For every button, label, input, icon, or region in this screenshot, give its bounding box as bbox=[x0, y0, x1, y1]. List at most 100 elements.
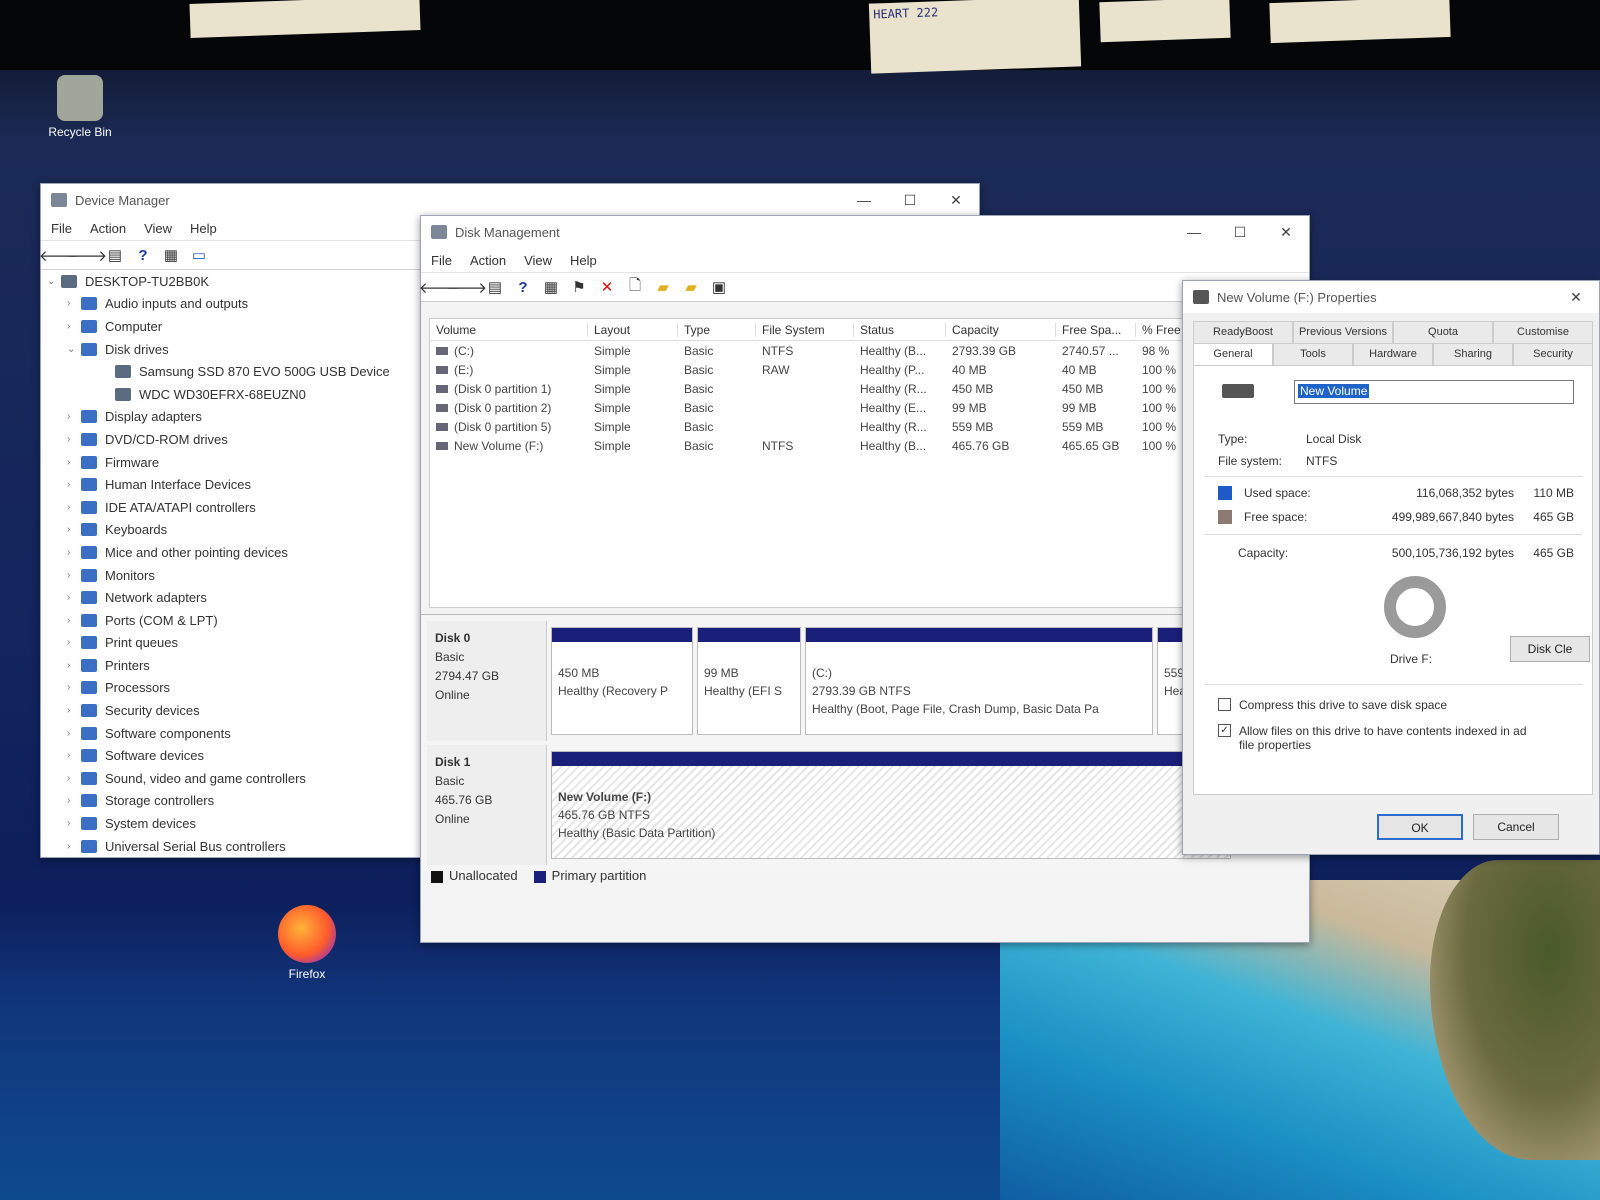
chevron-right-icon[interactable]: › bbox=[67, 682, 81, 693]
chevron-right-icon[interactable]: › bbox=[67, 728, 81, 739]
tree-item[interactable]: › Monitors bbox=[41, 564, 426, 587]
table-row[interactable]: (C:) Simple Basic NTFS Healthy (B... 2793.39 … bbox=[430, 341, 1210, 360]
close-button[interactable]: ✕ bbox=[1263, 224, 1309, 241]
column-header[interactable]: Volume bbox=[430, 322, 588, 337]
index-checkbox[interactable]: ✓ bbox=[1218, 724, 1231, 737]
chevron-right-icon[interactable]: › bbox=[67, 637, 81, 648]
document-icon[interactable]: 🗋 bbox=[625, 277, 645, 296]
minimize-button[interactable]: — bbox=[841, 192, 887, 208]
help-icon[interactable]: ? bbox=[133, 246, 153, 264]
partition-block[interactable]: New Volume (F:) 465.76 GB NTFS Healthy (Ba… bbox=[551, 751, 1231, 859]
tab-tools[interactable]: Tools bbox=[1273, 343, 1353, 365]
tab-previous-versions[interactable]: Previous Versions bbox=[1293, 321, 1393, 343]
table-row[interactable]: (Disk 0 partition 2) Simple Basic Healthy (… bbox=[430, 398, 1210, 417]
volume-name-input[interactable]: New Volume bbox=[1294, 380, 1574, 404]
close-button[interactable]: ✕ bbox=[933, 192, 979, 209]
forward-arrow-icon[interactable]: 🡒 bbox=[67, 246, 107, 265]
compress-option[interactable]: Compress this drive to save disk space bbox=[1218, 698, 1588, 712]
menu-view[interactable]: View bbox=[524, 253, 552, 268]
tab-security[interactable]: Security bbox=[1513, 343, 1593, 365]
chevron-right-icon[interactable]: › bbox=[67, 547, 81, 558]
tree-item[interactable]: › Storage controllers bbox=[41, 790, 426, 813]
close-button[interactable]: ✕ bbox=[1553, 289, 1599, 306]
cancel-button[interactable]: Cancel bbox=[1473, 814, 1559, 840]
tree-item[interactable]: › Mice and other pointing devices bbox=[41, 541, 426, 564]
tree-item[interactable]: › Printers bbox=[41, 654, 426, 677]
desktop-icon-firefox[interactable]: Firefox bbox=[262, 905, 352, 981]
list-icon[interactable]: ▦ bbox=[541, 278, 561, 296]
index-option[interactable]: ✓ Allow files on this drive to have conte… bbox=[1218, 724, 1588, 752]
tree-item[interactable]: › Processors bbox=[41, 677, 426, 700]
table-row[interactable]: New Volume (F:) Simple Basic NTFS Healthy (B… bbox=[430, 436, 1210, 455]
table-row[interactable]: (Disk 0 partition 1) Simple Basic Healthy (… bbox=[430, 379, 1210, 398]
menu-file[interactable]: File bbox=[431, 253, 452, 268]
chevron-right-icon[interactable]: › bbox=[67, 615, 81, 626]
menu-action[interactable]: Action bbox=[90, 221, 126, 236]
chevron-right-icon[interactable]: › bbox=[67, 795, 81, 806]
chevron-right-icon[interactable]: › bbox=[67, 705, 81, 716]
tree-item[interactable]: › Print queues bbox=[41, 632, 426, 655]
column-header[interactable]: Free Spa... bbox=[1056, 322, 1136, 337]
column-header[interactable]: Type bbox=[678, 322, 756, 337]
tree-item[interactable]: ⌄ Disk drives bbox=[41, 338, 426, 361]
tree-item[interactable]: › Network adapters bbox=[41, 586, 426, 609]
tree-item[interactable]: Samsung SSD 870 EVO 500G USB Device bbox=[41, 360, 426, 383]
tree-item[interactable]: › Display adapters bbox=[41, 406, 426, 429]
tree-item[interactable]: › Firmware bbox=[41, 451, 426, 474]
disk-info[interactable]: Disk 1 Basic 465.76 GB Online bbox=[427, 745, 547, 865]
tab-general[interactable]: General bbox=[1193, 343, 1273, 365]
tree-item[interactable]: › Software devices bbox=[41, 744, 426, 767]
tree-item[interactable]: › System devices bbox=[41, 812, 426, 835]
tab-sharing[interactable]: Sharing bbox=[1433, 343, 1513, 365]
chevron-right-icon[interactable]: › bbox=[67, 818, 81, 829]
chevron-right-icon[interactable]: › bbox=[67, 773, 81, 784]
properties-icon[interactable]: ▤ bbox=[485, 278, 505, 296]
tree-root[interactable]: ⌄ DESKTOP-TU2BB0K bbox=[41, 270, 426, 293]
menu-file[interactable]: File bbox=[51, 221, 72, 236]
disk-cleanup-button[interactable]: Disk Cle bbox=[1510, 636, 1590, 662]
column-header[interactable]: Capacity bbox=[946, 322, 1056, 337]
chevron-right-icon[interactable]: › bbox=[67, 457, 81, 468]
tree-item[interactable]: › Software components bbox=[41, 722, 426, 745]
tree-item[interactable]: › Ports (COM & LPT) bbox=[41, 609, 426, 632]
tree-item[interactable]: › Keyboards bbox=[41, 519, 426, 542]
column-header[interactable]: File System bbox=[756, 322, 854, 337]
chevron-right-icon[interactable]: › bbox=[67, 502, 81, 513]
chevron-right-icon[interactable]: › bbox=[67, 660, 81, 671]
tree-item[interactable]: › Audio inputs and outputs bbox=[41, 293, 426, 316]
list-icon[interactable]: ▦ bbox=[161, 246, 181, 264]
ok-button[interactable]: OK bbox=[1377, 814, 1463, 840]
chevron-right-icon[interactable]: › bbox=[67, 434, 81, 445]
forward-arrow-icon[interactable]: 🡒 bbox=[447, 278, 487, 297]
partition-block[interactable]: 450 MB Healthy (Recovery P bbox=[551, 627, 693, 735]
chevron-right-icon[interactable]: › bbox=[67, 570, 81, 581]
chevron-right-icon[interactable]: › bbox=[67, 841, 81, 852]
chevron-down-icon[interactable]: ⌄ bbox=[67, 344, 81, 355]
minimize-button[interactable]: — bbox=[1171, 224, 1217, 240]
chevron-right-icon[interactable]: › bbox=[67, 524, 81, 535]
maximize-button[interactable]: ☐ bbox=[887, 192, 933, 209]
tab-hardware[interactable]: Hardware bbox=[1353, 343, 1433, 365]
compress-checkbox[interactable] bbox=[1218, 698, 1231, 711]
disk-info[interactable]: Disk 0 Basic 2794.47 GB Online bbox=[427, 621, 547, 741]
chevron-right-icon[interactable]: › bbox=[67, 321, 81, 332]
maximize-button[interactable]: ☐ bbox=[1217, 224, 1263, 241]
tree-item[interactable]: › Human Interface Devices bbox=[41, 473, 426, 496]
tree-item[interactable]: › IDE ATA/ATAPI controllers bbox=[41, 496, 426, 519]
desktop-icon-recycle-bin[interactable]: Recycle Bin bbox=[35, 75, 125, 139]
folder-search-icon[interactable]: ▰ bbox=[681, 278, 701, 296]
tree-item[interactable]: › Security devices bbox=[41, 699, 426, 722]
tree-item[interactable]: WDC WD30EFRX-68EUZN0 bbox=[41, 383, 426, 406]
partition-block[interactable]: (C:) 2793.39 GB NTFS Healthy (Boot, Page F… bbox=[805, 627, 1153, 735]
chevron-right-icon[interactable]: › bbox=[67, 750, 81, 761]
chevron-right-icon[interactable]: › bbox=[67, 592, 81, 603]
tree-item[interactable]: › Computer bbox=[41, 315, 426, 338]
column-header[interactable]: Status bbox=[854, 322, 946, 337]
menu-view[interactable]: View bbox=[144, 221, 172, 236]
tab-readyboost[interactable]: ReadyBoost bbox=[1193, 321, 1293, 343]
help-icon[interactable]: ? bbox=[513, 278, 533, 296]
tab-quota[interactable]: Quota bbox=[1393, 321, 1493, 343]
menu-help[interactable]: Help bbox=[190, 221, 217, 236]
connect-icon[interactable]: ⚑ bbox=[569, 278, 589, 296]
tree-item[interactable]: › DVD/CD-ROM drives bbox=[41, 428, 426, 451]
